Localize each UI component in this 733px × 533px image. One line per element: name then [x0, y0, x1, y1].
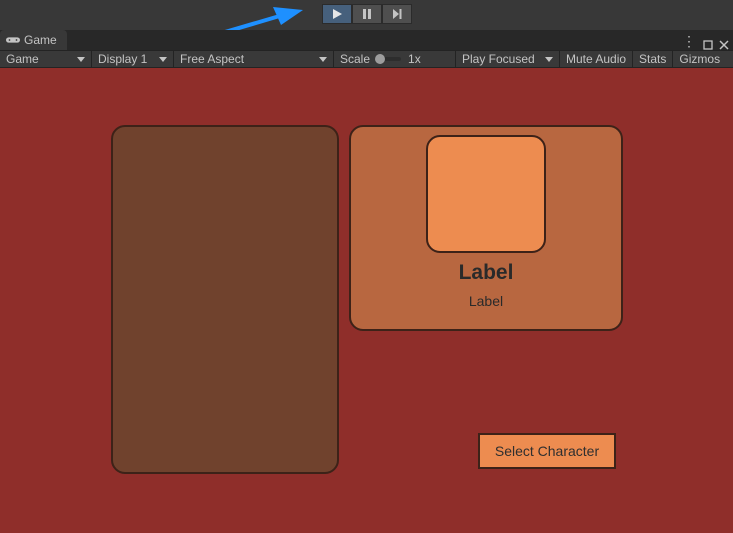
play-focused-label: Play Focused: [462, 52, 535, 66]
scale-value: 1x: [408, 52, 421, 66]
character-name-label: Label: [459, 261, 514, 285]
step-icon: [391, 8, 403, 20]
stats-toggle[interactable]: Stats: [633, 51, 673, 67]
select-character-label: Select Character: [495, 443, 599, 459]
gizmos-toggle[interactable]: Gizmos: [673, 51, 726, 67]
maximize-icon[interactable]: [703, 37, 713, 47]
mute-audio-toggle[interactable]: Mute Audio: [560, 51, 633, 67]
select-character-button[interactable]: Select Character: [478, 433, 616, 469]
gamepad-icon: [6, 35, 20, 45]
character-portrait: [426, 135, 546, 253]
play-controls-bar: [0, 4, 733, 24]
tab-window-controls: ⋮: [682, 33, 733, 50]
tab-game[interactable]: Game: [0, 30, 67, 50]
close-icon[interactable]: [719, 37, 729, 47]
play-icon: [331, 8, 343, 20]
pause-icon: [361, 8, 373, 20]
character-detail-card: Label Label: [349, 125, 623, 331]
game-toolbar: Game Display 1 Free Aspect Scale 1x Play…: [0, 50, 733, 68]
step-button[interactable]: [382, 4, 412, 24]
aspect-label: Free Aspect: [180, 52, 244, 66]
pause-button[interactable]: [352, 4, 382, 24]
game-view: Label Label Select Character: [0, 68, 733, 533]
stats-label: Stats: [639, 52, 666, 66]
scale-label: Scale: [340, 52, 370, 66]
tab-label: Game: [24, 33, 57, 47]
mute-audio-label: Mute Audio: [566, 52, 626, 66]
gizmos-label: Gizmos: [679, 52, 720, 66]
play-button[interactable]: [322, 4, 352, 24]
scale-control[interactable]: Scale 1x: [334, 51, 456, 67]
view-mode-dropdown[interactable]: Game: [0, 51, 92, 67]
unity-editor-window: Game ⋮ Game Display 1 Free Aspect Scale …: [0, 0, 733, 533]
scale-slider-thumb[interactable]: [375, 54, 385, 64]
chevron-down-icon: [319, 55, 327, 63]
scale-slider[interactable]: [377, 57, 401, 61]
character-class-label: Label: [469, 293, 503, 309]
display-label: Display 1: [98, 52, 147, 66]
chevron-down-icon: [159, 55, 167, 63]
play-focused-dropdown[interactable]: Play Focused: [456, 51, 560, 67]
chevron-down-icon: [77, 55, 85, 63]
tab-strip: Game ⋮: [0, 30, 733, 50]
aspect-dropdown[interactable]: Free Aspect: [174, 51, 334, 67]
display-dropdown[interactable]: Display 1: [92, 51, 174, 67]
character-list-panel: [111, 125, 339, 474]
chevron-down-icon: [545, 55, 553, 63]
tab-menu-icon[interactable]: ⋮: [682, 33, 697, 50]
view-mode-label: Game: [6, 52, 39, 66]
